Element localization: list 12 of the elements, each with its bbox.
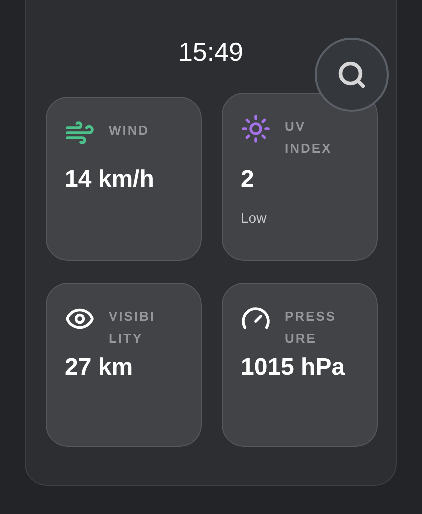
card-value: 14 km/h [65, 166, 156, 194]
card-label: VISIBILITY [109, 308, 157, 348]
card-label: PRESSURE [285, 308, 338, 348]
card-value: 1015 hPa [241, 354, 346, 382]
search-icon [337, 60, 367, 90]
sun-icon [241, 114, 271, 144]
card-value: 2 [241, 166, 256, 194]
card-note: Low [241, 210, 268, 226]
card-label: UV INDEX [285, 118, 334, 158]
time-text: 15:49 [178, 39, 244, 65]
card-label: WIND [109, 122, 151, 140]
card-value: 27 km [65, 354, 134, 382]
